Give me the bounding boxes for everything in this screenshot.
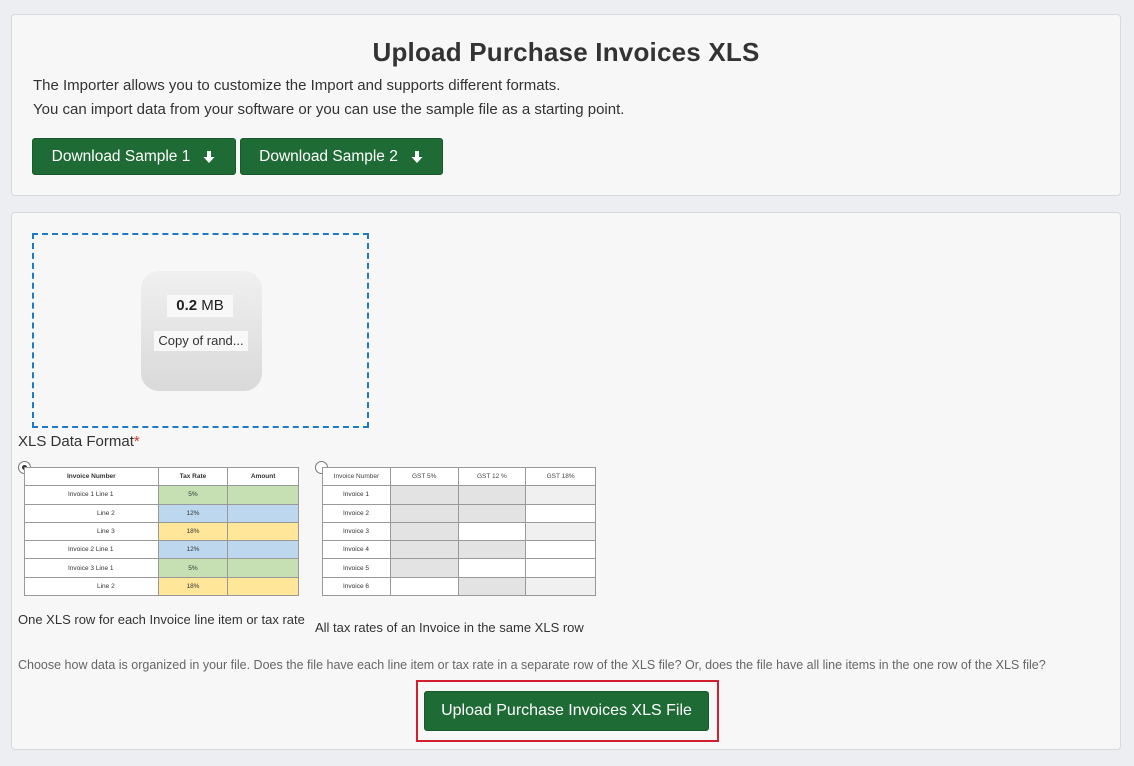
table-cell bbox=[227, 540, 299, 560]
format-option-1-caption: One XLS row for each Invoice line item o… bbox=[18, 612, 305, 627]
description-line-1: The Importer allows you to customize the… bbox=[33, 77, 561, 94]
table-cell: Line 2 bbox=[24, 503, 159, 523]
table-cell bbox=[457, 521, 527, 542]
table-cell: Line 2 bbox=[24, 576, 159, 597]
file-preview-card[interactable]: 0.2 MB Copy of rand... bbox=[141, 271, 262, 391]
format-help-text: Choose how data is organized in your fil… bbox=[18, 658, 1046, 672]
table-cell: Invoice 6 bbox=[322, 576, 391, 597]
table-cell: Invoice 4 bbox=[322, 540, 391, 560]
table-cell bbox=[389, 558, 459, 578]
table-cell: Invoice 2 bbox=[322, 503, 391, 523]
table-cell: 12% bbox=[157, 503, 229, 523]
table-cell bbox=[457, 576, 527, 597]
table-cell: Invoice 1 bbox=[322, 485, 391, 505]
table-cell bbox=[227, 503, 299, 523]
file-size-unit: MB bbox=[201, 297, 224, 314]
download-sample-2-label: Download Sample 2 bbox=[259, 147, 398, 165]
table-cell: 12% bbox=[157, 540, 229, 560]
table-cell bbox=[389, 503, 459, 523]
table-cell: 18% bbox=[157, 576, 229, 597]
table-cell: Invoice 3 bbox=[322, 521, 391, 542]
table-cell bbox=[227, 485, 299, 505]
table-row: Invoice 3 Line 1 5% bbox=[24, 558, 299, 578]
table2-header: GST 18% bbox=[525, 466, 596, 487]
table-cell: Invoice 2 Line 1 bbox=[24, 540, 159, 560]
table-cell bbox=[457, 503, 527, 523]
table-row: Invoice 5 bbox=[322, 558, 596, 578]
table-cell: Invoice 3 Line 1 bbox=[24, 558, 159, 578]
table1-header: Amount bbox=[227, 466, 299, 487]
table-cell bbox=[457, 558, 527, 578]
table-cell bbox=[525, 540, 596, 560]
table-row: Invoice 6 bbox=[322, 576, 596, 597]
upload-purchase-invoices-button[interactable]: Upload Purchase Invoices XLS File bbox=[424, 691, 709, 731]
table-cell bbox=[525, 558, 596, 578]
table-cell bbox=[525, 485, 596, 505]
file-dropzone[interactable]: 0.2 MB Copy of rand... bbox=[32, 233, 369, 428]
table2-header: Invoice Number bbox=[322, 466, 391, 487]
table-cell bbox=[457, 485, 527, 505]
format-label-text: XLS Data Format bbox=[18, 433, 134, 450]
file-size: 0.2 MB bbox=[167, 295, 233, 317]
table-cell: 5% bbox=[157, 485, 229, 505]
format-option-1-sample-table[interactable]: Invoice Number Tax Rate Amount Invoice 1… bbox=[24, 466, 299, 597]
table-cell bbox=[227, 521, 299, 542]
table-cell bbox=[389, 540, 459, 560]
table-row: Invoice 1 Line 1 5% bbox=[24, 485, 299, 505]
table-cell bbox=[389, 576, 459, 597]
table-cell bbox=[457, 540, 527, 560]
table2-header: GST 5% bbox=[389, 466, 459, 487]
table-row: Invoice 1 bbox=[322, 485, 596, 505]
format-label: XLS Data Format* bbox=[18, 433, 140, 450]
table-cell: Line 3 bbox=[24, 521, 159, 542]
arrow-down-icon bbox=[410, 150, 424, 164]
page-title: Upload Purchase Invoices XLS bbox=[372, 37, 760, 67]
table-cell: 5% bbox=[157, 558, 229, 578]
table-row: Line 2 12% bbox=[24, 503, 299, 523]
required-mark: * bbox=[133, 433, 140, 450]
download-sample-1-label: Download Sample 1 bbox=[51, 147, 191, 165]
table-cell: Invoice 5 bbox=[322, 558, 391, 578]
table-cell bbox=[389, 521, 459, 542]
download-sample-2-button[interactable]: Download Sample 2 bbox=[240, 138, 443, 175]
format-option-2-sample-table[interactable]: Invoice Number GST 5% GST 12 % GST 18% I… bbox=[322, 466, 596, 597]
description-line-2: You can import data from your software o… bbox=[33, 101, 625, 118]
table-row: Invoice 2 bbox=[322, 503, 596, 523]
table-cell bbox=[227, 576, 299, 597]
format-option-2-caption: All tax rates of an Invoice in the same … bbox=[315, 620, 584, 635]
upload-panel: 0.2 MB Copy of rand... XLS Data Format* … bbox=[11, 212, 1121, 750]
table-cell: Invoice 1 Line 1 bbox=[24, 485, 159, 505]
table-row: Invoice 4 bbox=[322, 540, 596, 560]
table-row: Line 3 18% bbox=[24, 521, 299, 542]
table-cell bbox=[525, 521, 596, 542]
table-row: Line 2 18% bbox=[24, 576, 299, 597]
file-name: Copy of rand... bbox=[154, 331, 248, 351]
download-sample-1-button[interactable]: Download Sample 1 bbox=[32, 138, 236, 175]
table-cell bbox=[389, 485, 459, 505]
table-row: Invoice 3 bbox=[322, 521, 596, 542]
table-row: Invoice 2 Line 1 12% bbox=[24, 540, 299, 560]
table1-header: Invoice Number bbox=[24, 466, 159, 487]
table-cell bbox=[525, 503, 596, 523]
file-size-value: 0.2 bbox=[176, 297, 198, 314]
table-cell bbox=[227, 558, 299, 578]
table2-header: GST 12 % bbox=[457, 466, 527, 487]
header-panel: Upload Purchase Invoices XLS The Importe… bbox=[11, 14, 1121, 196]
arrow-down-icon bbox=[202, 150, 216, 164]
table-cell bbox=[525, 576, 596, 597]
table-cell: 18% bbox=[157, 521, 229, 542]
table1-header: Tax Rate bbox=[157, 466, 229, 487]
